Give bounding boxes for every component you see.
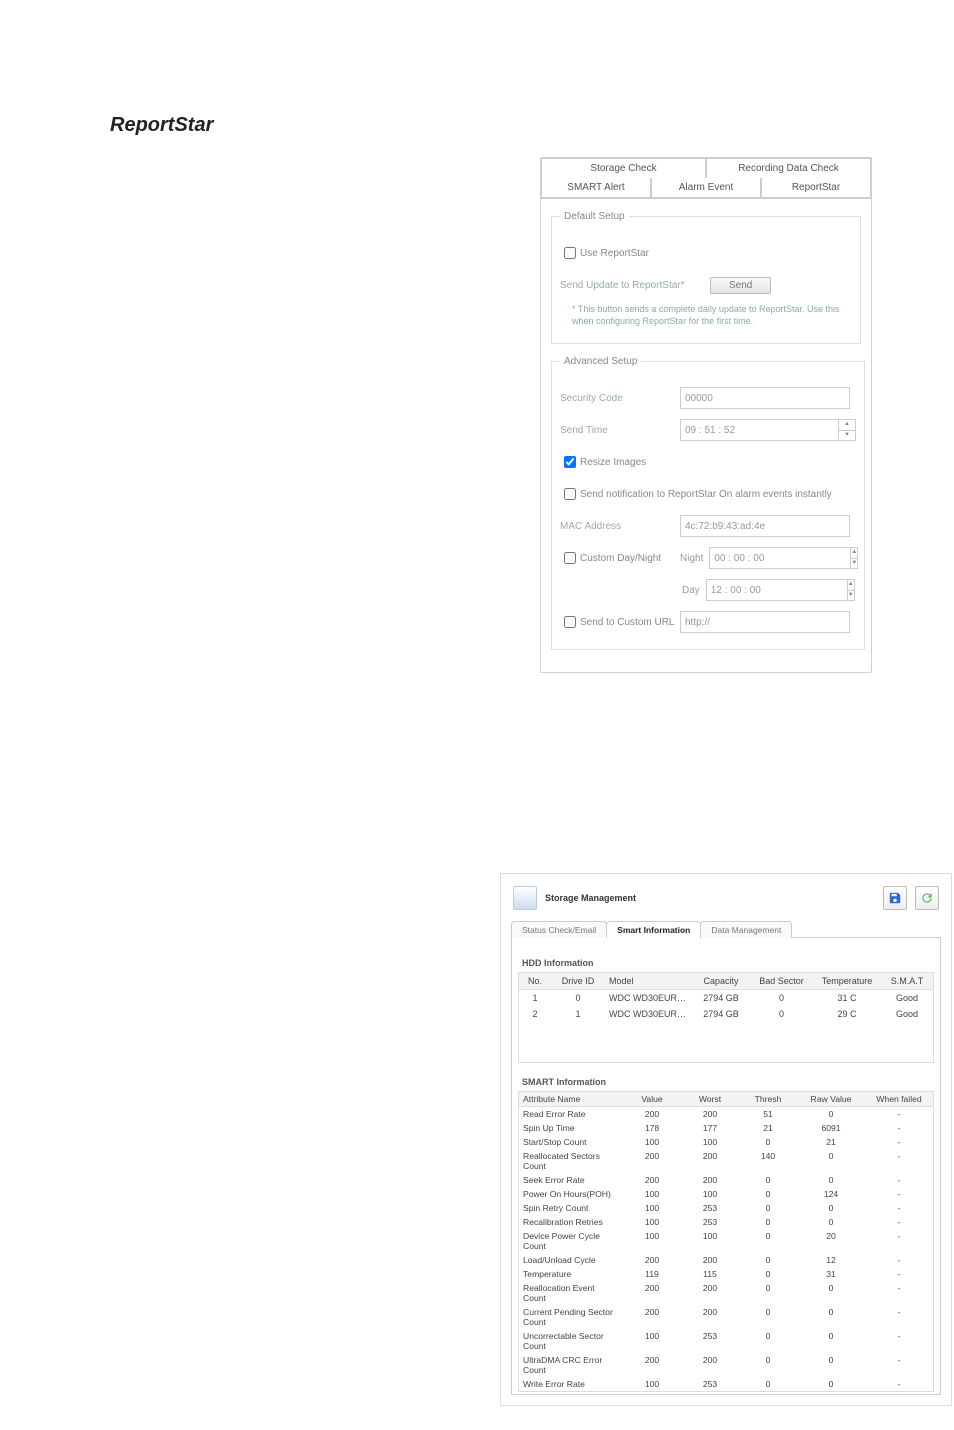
table-row[interactable]: Device Power Cycle Count100100020- [519, 1229, 933, 1253]
col-capacity: Capacity [692, 973, 750, 989]
legend-default-setup: Default Setup [560, 211, 629, 222]
col-badsector: Bad Sector [750, 973, 813, 989]
table-row[interactable]: Power On Hours(POH)1001000124- [519, 1187, 933, 1201]
label-send-update: Send Update to ReportStar* [560, 280, 710, 291]
label-custom-daynight: Custom Day/Night [580, 553, 680, 564]
table-row[interactable]: Reallocated Sectors Count2002001400- [519, 1149, 933, 1173]
label-use-reportstar: Use ReportStar [580, 248, 649, 259]
reportstar-panel: Storage Check Recording Data Check SMART… [540, 157, 872, 673]
col-worst: Worst [681, 1092, 739, 1106]
spinner-send-time[interactable]: ▲▼ [839, 419, 856, 441]
checkbox-use-reportstar[interactable] [564, 247, 576, 259]
tab-reportstar[interactable]: ReportStar [761, 178, 871, 198]
tab-data-management[interactable]: Data Management [700, 921, 792, 938]
input-send-time[interactable] [680, 419, 839, 441]
checkbox-custom-daynight[interactable] [564, 552, 576, 564]
table-row[interactable]: 10WDC WD30EURS-63SPKY02794 GB031 CGood [519, 990, 933, 1006]
col-attr: Attribute Name [519, 1092, 623, 1106]
col-raw: Raw Value [797, 1092, 865, 1106]
table-row[interactable]: Seek Error Rate20020000- [519, 1173, 933, 1187]
input-night-time[interactable] [709, 547, 851, 569]
table-row[interactable]: Write Error Rate10025300- [519, 1377, 933, 1391]
tab-smart-alert[interactable]: SMART Alert [541, 178, 651, 198]
table-row[interactable]: Start/Stop Count100100021- [519, 1135, 933, 1149]
tabs-top: Storage Check Recording Data Check [541, 158, 871, 178]
panel2-title: Storage Management [545, 893, 636, 903]
input-day-time[interactable] [706, 579, 848, 601]
tabs-sub: SMART Alert Alarm Event ReportStar [541, 178, 871, 199]
smart-table-header: Attribute Name Value Worst Thresh Raw Va… [519, 1092, 933, 1107]
table-row[interactable]: Reallocation Event Count20020000- [519, 1281, 933, 1305]
checkbox-send-notification[interactable] [564, 488, 576, 500]
storage-management-panel: Storage Management Status Check/Email Sm… [500, 873, 952, 1406]
col-value: Value [623, 1092, 681, 1106]
checkbox-resize-images[interactable] [564, 456, 576, 468]
table-row[interactable]: Load/Unload Cycle200200012- [519, 1253, 933, 1267]
label-resize-images: Resize Images [580, 457, 646, 468]
note-send-update: * This button sends a complete daily upd… [572, 304, 852, 327]
panel2-tabs: Status Check/Email Smart Information Dat… [511, 920, 941, 937]
tab-status-check[interactable]: Status Check/Email [511, 921, 607, 938]
tab-alarm-event[interactable]: Alarm Event [651, 178, 761, 198]
input-custom-url[interactable] [680, 611, 850, 633]
input-mac-address[interactable] [680, 515, 850, 537]
label-security-code: Security Code [560, 393, 680, 404]
col-whenfailed: When failed [865, 1092, 933, 1106]
smart-table-body: Read Error Rate200200510-Spin Up Time178… [519, 1107, 933, 1391]
table-row[interactable]: Current Pending Sector Count20020000- [519, 1305, 933, 1329]
table-row[interactable]: Spin Up Time178177216091- [519, 1121, 933, 1135]
tab-storage-check[interactable]: Storage Check [541, 158, 706, 178]
save-icon[interactable] [883, 886, 907, 910]
tab-recording-data-check[interactable]: Recording Data Check [706, 158, 871, 178]
hdd-info-title: HDD Information [522, 958, 934, 968]
label-mac-address: MAC Address [560, 521, 680, 532]
table-row[interactable]: Recalibration Retries10025300- [519, 1215, 933, 1229]
storage-icon [513, 886, 537, 910]
fieldset-advanced-setup: Advanced Setup Security Code Send Time ▲… [551, 356, 865, 650]
hdd-table-body: 10WDC WD30EURS-63SPKY02794 GB031 CGood21… [519, 990, 933, 1062]
table-row[interactable]: Uncorrectable Sector Count10025300- [519, 1329, 933, 1353]
col-driveid: Drive ID [551, 973, 605, 989]
checkbox-custom-url[interactable] [564, 616, 576, 628]
col-temperature: Temperature [813, 973, 881, 989]
smart-info-title: SMART Information [522, 1077, 934, 1087]
page-title: ReportStar [110, 114, 914, 137]
table-row[interactable]: 21WDC WD30EURS-63SPKY02794 GB029 CGood [519, 1006, 933, 1022]
table-row[interactable]: Spin Retry Count10025300- [519, 1201, 933, 1215]
fieldset-default-setup: Default Setup Use ReportStar Send Update… [551, 211, 861, 344]
send-button[interactable]: Send [710, 277, 771, 294]
prefix-night: Night [680, 553, 703, 564]
spinner-day[interactable]: ▲▼ [848, 579, 855, 601]
label-send-notification: Send notification to ReportStar On alarm… [580, 489, 832, 500]
spinner-night[interactable]: ▲▼ [851, 547, 858, 569]
col-model: Model [605, 973, 692, 989]
hdd-table-header: No. Drive ID Model Capacity Bad Sector T… [519, 973, 933, 990]
col-thresh: Thresh [739, 1092, 797, 1106]
prefix-day: Day [682, 585, 700, 596]
col-no: No. [519, 973, 551, 989]
tab-smart-information[interactable]: Smart Information [606, 921, 701, 938]
input-security-code[interactable] [680, 387, 850, 409]
col-smart: S.M.A.T [881, 973, 933, 989]
label-send-time: Send Time [560, 425, 680, 436]
table-row[interactable]: Read Error Rate200200510- [519, 1107, 933, 1121]
legend-advanced-setup: Advanced Setup [560, 356, 641, 367]
label-custom-url: Send to Custom URL [580, 617, 680, 628]
table-row[interactable]: UltraDMA CRC Error Count20020000- [519, 1353, 933, 1377]
table-row[interactable]: Temperature119115031- [519, 1267, 933, 1281]
refresh-icon[interactable] [915, 886, 939, 910]
